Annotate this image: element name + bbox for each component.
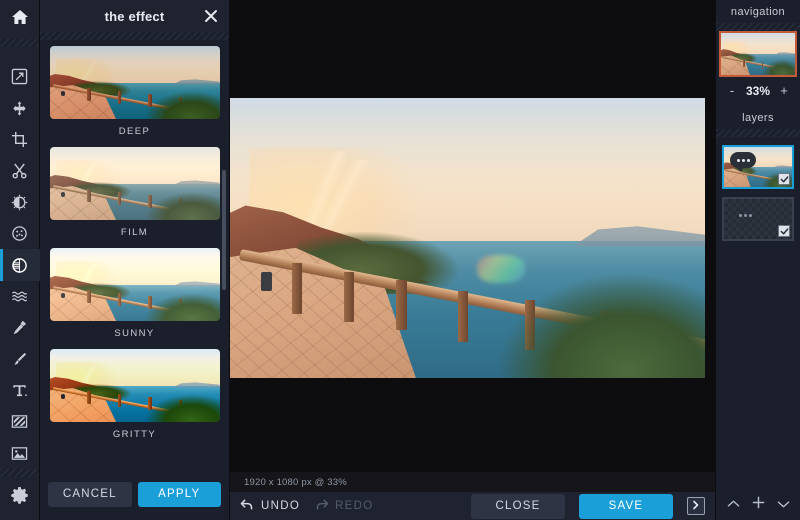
crop-icon — [11, 131, 28, 148]
paintbrush-icon — [11, 351, 28, 368]
zoom-value: 33% — [746, 84, 770, 98]
effects-panel-title: the effect — [105, 9, 165, 24]
effect-preset-label: GRITTY — [50, 422, 220, 444]
canvas-status-text: 1920 x 1080 px @ 33% — [230, 477, 347, 488]
arrow-expand-icon — [11, 68, 28, 85]
zoom-out-button[interactable]: - — [726, 83, 738, 98]
zoom-in-button[interactable]: + — [778, 83, 790, 98]
cut-tool[interactable] — [0, 155, 40, 186]
blur-tool[interactable] — [0, 218, 40, 249]
add-layer-icon[interactable] — [752, 496, 765, 514]
transform-tool[interactable] — [0, 61, 40, 92]
bottom-toolbar: UNDO REDO CLOSE SAVE — [230, 492, 715, 520]
redo-label: REDO — [335, 500, 373, 512]
cancel-button[interactable]: CANCEL — [48, 482, 132, 507]
effects-tool[interactable] — [0, 249, 40, 280]
navigation-title: navigation — [716, 0, 800, 23]
chevron-right-icon — [691, 497, 701, 515]
clone-tool[interactable] — [0, 312, 40, 343]
redo-button[interactable]: REDO — [314, 499, 373, 514]
text-tool[interactable] — [0, 375, 40, 406]
effect-preset-thumbnail — [50, 349, 220, 422]
comment-bubble-icon — [732, 207, 758, 223]
effect-preset-thumbnail — [50, 248, 220, 321]
effect-preset-label: FILM — [50, 220, 220, 242]
save-button[interactable]: SAVE — [579, 494, 673, 519]
tool-rail — [0, 0, 40, 520]
stamp-icon — [11, 319, 28, 336]
apply-button[interactable]: APPLY — [138, 482, 222, 507]
undo-icon — [240, 499, 255, 514]
move-layer-up-icon[interactable] — [727, 496, 740, 514]
navigation-divider — [716, 23, 800, 31]
effect-preset-label: SUNNY — [50, 321, 220, 343]
effects-preset-list[interactable]: DEEP FILM — [40, 40, 229, 474]
liquify-tool[interactable] — [0, 281, 40, 312]
scissors-icon — [11, 162, 28, 179]
undo-button[interactable]: UNDO — [240, 499, 300, 514]
home-icon — [11, 8, 29, 31]
effect-preset-thumbnail — [50, 147, 220, 220]
layer-item-photo[interactable] — [722, 145, 794, 189]
text-t-icon — [11, 382, 28, 399]
effect-preset-label: DEEP — [50, 119, 220, 141]
rail-divider-bottom — [0, 469, 39, 477]
effect-preset-film[interactable]: FILM — [50, 147, 220, 242]
image-editor-window: the effect — [0, 0, 800, 520]
home-button[interactable] — [0, 0, 39, 39]
paint-tool[interactable] — [0, 343, 40, 374]
rail-divider — [0, 39, 39, 47]
close-button[interactable]: CLOSE — [471, 494, 565, 519]
dotted-circle-icon — [11, 225, 28, 242]
move-layer-down-icon[interactable] — [777, 496, 790, 514]
settings-button[interactable] — [0, 477, 39, 520]
effects-header-divider — [40, 32, 229, 40]
contrast-icon — [11, 194, 28, 211]
layers-list — [716, 137, 800, 249]
crop-tool[interactable] — [0, 124, 40, 155]
pattern-tool[interactable] — [0, 406, 40, 437]
waves-icon — [11, 288, 28, 305]
image-tool[interactable] — [0, 438, 40, 469]
zoom-controls: - 33% + — [716, 77, 800, 106]
effect-preset-thumbnail — [50, 46, 220, 119]
redo-icon — [314, 499, 329, 514]
undo-label: UNDO — [261, 500, 300, 512]
effect-preset-sunny[interactable]: SUNNY — [50, 248, 220, 343]
layers-actions — [716, 490, 800, 520]
canvas-image[interactable] — [230, 98, 705, 378]
effects-panel-header: the effect — [40, 0, 229, 32]
move-arrows-icon — [11, 100, 28, 117]
brightness-tool[interactable] — [0, 187, 40, 218]
effects-panel-footer: CANCEL APPLY — [40, 474, 229, 520]
comment-bubble-icon — [730, 152, 756, 168]
effects-scrollbar[interactable] — [222, 170, 226, 290]
expand-panel-button[interactable] — [687, 497, 705, 515]
navigation-thumbnail[interactable] — [719, 31, 797, 77]
canvas-status-bar: 1920 x 1080 px @ 33% — [230, 472, 715, 492]
close-icon[interactable] — [203, 8, 219, 24]
effect-preset-gritty[interactable]: GRITTY — [50, 349, 220, 444]
layer-visibility-checkbox[interactable] — [778, 173, 790, 185]
layer-visibility-checkbox[interactable] — [778, 225, 790, 237]
layers-divider — [716, 129, 800, 137]
half-filled-circle-icon — [11, 257, 28, 274]
picture-icon — [11, 445, 28, 462]
effect-preset-deep[interactable]: DEEP — [50, 46, 220, 141]
layer-item-empty[interactable] — [722, 197, 794, 241]
settings-icon — [10, 486, 29, 510]
effects-panel: the effect — [40, 0, 230, 520]
move-tool[interactable] — [0, 92, 40, 123]
canvas-area[interactable]: 1920 x 1080 px @ 33% UNDO REDO CLOSE SAV… — [230, 0, 715, 520]
layers-title: layers — [716, 106, 800, 129]
hatched-square-icon — [11, 413, 28, 430]
right-panel: navigation - 33% + layers — [715, 0, 800, 520]
